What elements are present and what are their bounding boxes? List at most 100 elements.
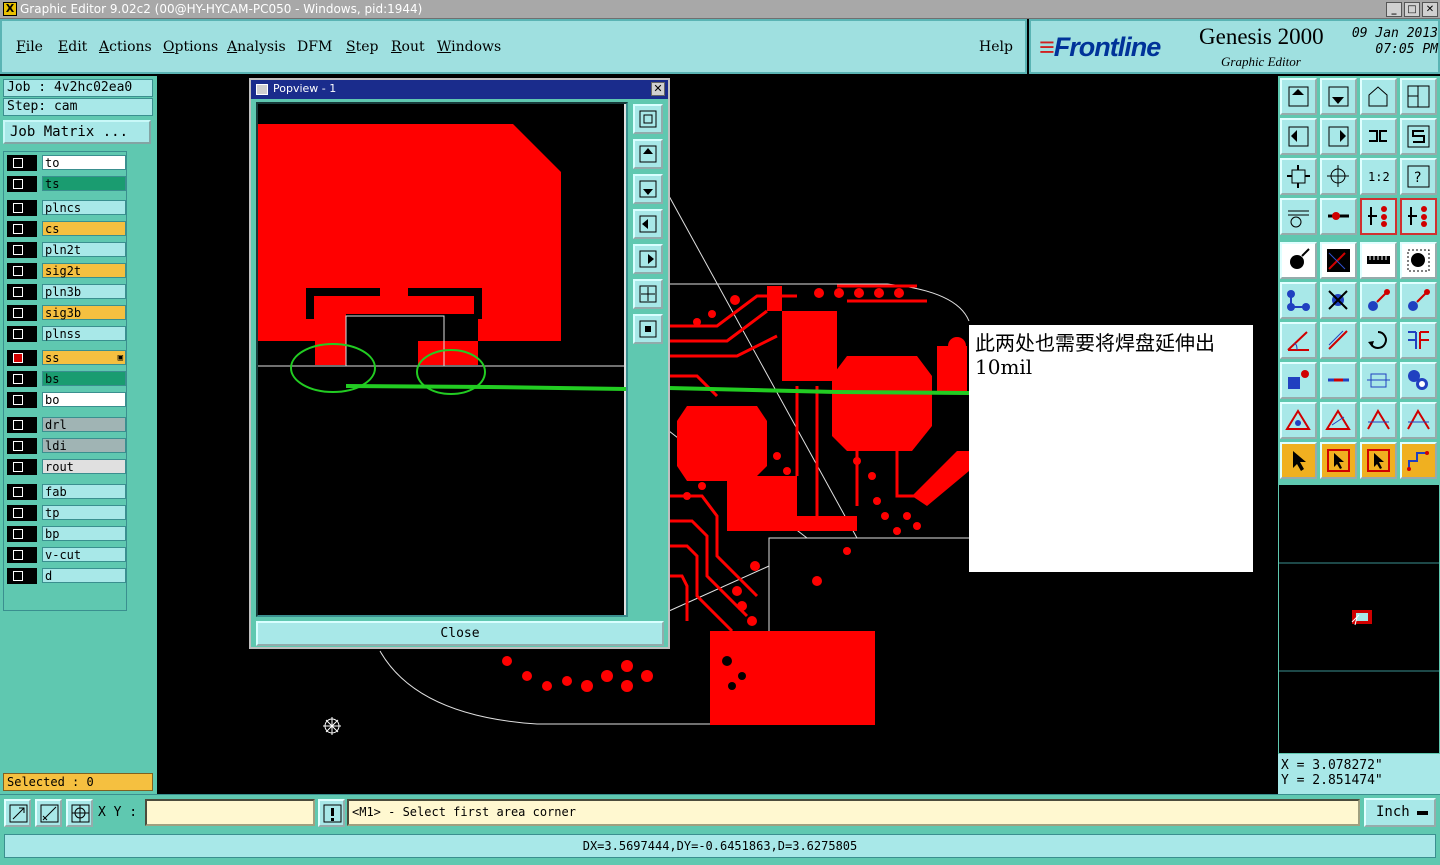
layer-checkbox[interactable] [7,326,37,342]
layer-checkbox[interactable] [7,417,37,433]
popview-zoom-in-icon[interactable] [633,314,663,344]
select-feature-icon[interactable] [1280,242,1317,279]
layer-row-tp[interactable]: tp [7,505,126,521]
layer-name[interactable]: plncs [42,200,126,215]
layer-row-bo[interactable]: bo [7,392,126,408]
layer-checkbox[interactable] [7,242,37,258]
popview-title-bar[interactable]: Popview - 1 ✕ [251,80,668,99]
pointer-net-icon[interactable] [1360,442,1397,479]
draw-line-icon[interactable] [1320,242,1357,279]
layer-name[interactable]: ldi [42,438,126,453]
triangle-fill-icon[interactable] [1280,402,1317,439]
layer-checkbox[interactable] [7,392,37,408]
layer-row-sig3b[interactable]: sig3b [7,305,126,321]
popview-pan-left-icon[interactable] [633,209,663,239]
layer-name[interactable]: pln2t [42,242,126,257]
popview-zoom-box-icon[interactable] [633,104,663,134]
layer-name[interactable]: to [42,155,126,170]
popview-pan-up-icon[interactable] [633,139,663,169]
net-probe-icon[interactable] [1320,198,1357,235]
measure-distance-icon[interactable] [35,799,62,827]
layer-checkbox[interactable] [7,350,37,366]
layer-checkbox[interactable] [7,263,37,279]
pointer-route-icon[interactable] [1400,442,1437,479]
overview-map[interactable] [1278,484,1440,754]
menu-file[interactable]: File [16,39,43,55]
layer-row-to[interactable]: to [7,155,126,171]
layer-row-pln2t[interactable]: pln2t [7,242,126,258]
xy-coordinate-input[interactable] [145,799,315,826]
layer-checkbox[interactable] [7,305,37,321]
rotate-icon[interactable] [1360,322,1397,359]
connect-pads-icon[interactable] [1280,282,1317,319]
layer-row-ss[interactable]: ss ▣ [7,350,126,366]
snap-grid-icon[interactable] [1360,198,1397,235]
popview-canvas[interactable] [256,102,628,617]
ruler-icon[interactable] [1360,242,1397,279]
view-swap-icon[interactable] [1360,118,1397,155]
layer-checkbox[interactable] [7,284,37,300]
layer-name[interactable]: fab [42,484,126,499]
layer-row-plncs[interactable]: plncs [7,200,126,216]
layer-row-bp[interactable]: bp [7,526,126,542]
horizontal-line-icon[interactable] [1320,362,1357,399]
layer-checkbox[interactable] [7,371,37,387]
layer-name[interactable]: d [42,568,126,583]
layer-checkbox[interactable] [7,526,37,542]
measure-tool-icon[interactable] [1280,198,1317,235]
layer-name[interactable]: sig2t [42,263,126,278]
arch-shape-icon[interactable] [1360,402,1397,439]
mirror-icon[interactable] [1400,322,1437,359]
triangle-line-icon[interactable] [1320,402,1357,439]
menu-windows[interactable]: Windows [437,39,501,55]
view-home-icon[interactable] [1280,78,1317,115]
copy-pad-icon[interactable] [1400,282,1437,319]
layer-name[interactable]: bo [42,392,126,407]
layer-checkbox[interactable] [7,484,37,500]
layer-name[interactable]: cs [42,221,126,236]
layer-checkbox[interactable] [7,505,37,521]
zoom-ratio-icon[interactable]: 1:2 [1360,158,1397,195]
maximize-icon[interactable]: □ [1404,2,1420,17]
view-down-icon[interactable] [1320,78,1357,115]
layer-name[interactable]: v-cut [42,547,126,562]
layer-checkbox[interactable] [7,547,37,563]
popview-close-button[interactable]: Close [256,621,664,646]
snap-pad-icon[interactable] [1400,198,1437,235]
layer-row-cs[interactable]: cs [7,221,126,237]
angle-line-icon[interactable] [1280,322,1317,359]
layer-row-ts[interactable]: ts [7,176,126,192]
layer-checkbox[interactable] [7,221,37,237]
zoom-area-icon[interactable] [4,799,31,827]
layer-name[interactable]: tp [42,505,126,520]
minimize-icon[interactable]: _ [1386,2,1402,17]
add-pad-icon[interactable] [1280,362,1317,399]
menu-options[interactable]: Options [163,39,218,55]
layer-checkbox[interactable] [7,176,37,192]
menu-step[interactable]: Step [346,39,378,55]
close-window-icon[interactable]: ✕ [1422,2,1438,17]
view-right-icon[interactable] [1320,118,1357,155]
layer-name[interactable]: bs [42,371,126,386]
group-pads-icon[interactable] [1400,362,1437,399]
layer-row-v-cut[interactable]: v-cut [7,547,126,563]
pointer-box-icon[interactable] [1320,442,1357,479]
menu-edit[interactable]: Edit [58,39,87,55]
layer-checkbox[interactable] [7,200,37,216]
delete-feature-icon[interactable] [1320,282,1357,319]
menu-actions[interactable]: Actions [99,39,152,55]
layer-row-sig2t[interactable]: sig2t [7,263,126,279]
zoom-fit-icon[interactable] [1280,158,1317,195]
menu-rout[interactable]: Rout [391,39,425,55]
layer-name[interactable]: rout [42,459,126,474]
pad-icon[interactable] [1400,242,1437,279]
popview-close-icon[interactable]: ✕ [651,82,665,96]
layer-row-plnss[interactable]: plnss [7,326,126,342]
layer-row-bs[interactable]: bs [7,371,126,387]
diagonal-line-icon[interactable] [1320,322,1357,359]
grid-toggle-icon[interactable] [66,799,93,827]
view-house-icon[interactable] [1360,78,1397,115]
layer-row-pln3b[interactable]: pln3b [7,284,126,300]
view-snap-icon[interactable] [1400,118,1437,155]
message-alert-icon[interactable] [318,799,345,827]
